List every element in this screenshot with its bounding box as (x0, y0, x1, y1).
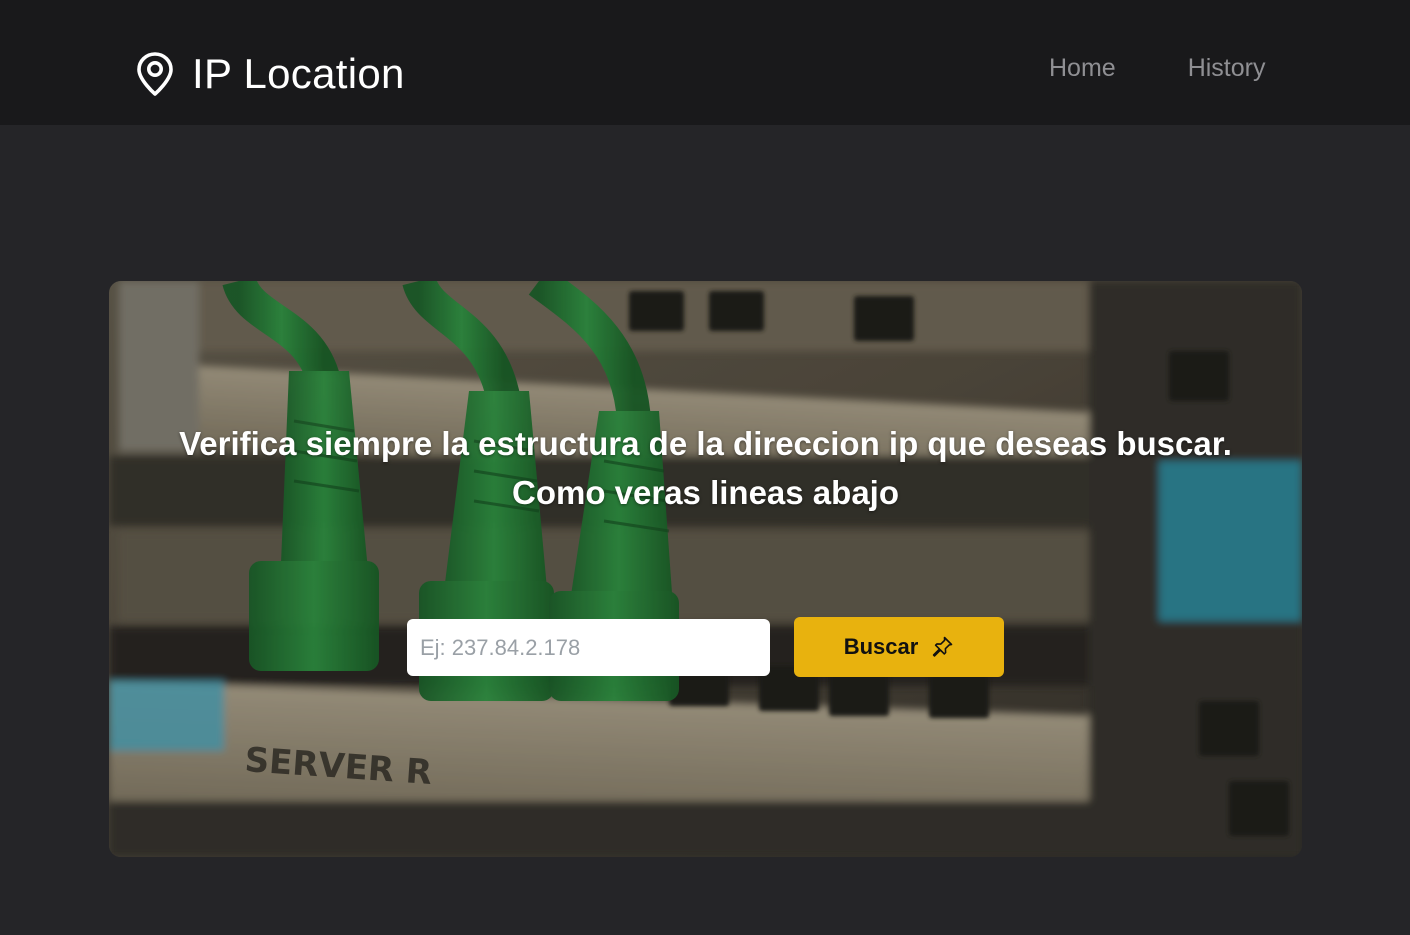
nav-home-link[interactable]: Home (1049, 56, 1116, 81)
ip-search-input[interactable] (407, 619, 770, 676)
pushpin-icon (930, 635, 954, 659)
hero-message: Verifica siempre la estructura de la dir… (109, 419, 1302, 517)
nav-history-link[interactable]: History (1188, 56, 1266, 81)
hero-message-line-2: Como veras lineas abajo (512, 474, 899, 511)
server-rack-background-image: SERVER R (109, 281, 1302, 857)
search-button[interactable]: Buscar (794, 617, 1004, 677)
hero-message-line-1: Verifica siempre la estructura de la dir… (179, 425, 1232, 462)
brand-title: IP Location (192, 50, 405, 97)
navbar: IP Location Home History (0, 0, 1410, 125)
hero-banner: SERVER R Verifica siempre la estructura … (109, 281, 1302, 857)
main-nav: Home History (1049, 56, 1265, 81)
search-button-label: Buscar (843, 634, 919, 659)
location-pin-icon (134, 50, 176, 98)
brand-link[interactable]: IP Location (134, 50, 405, 98)
